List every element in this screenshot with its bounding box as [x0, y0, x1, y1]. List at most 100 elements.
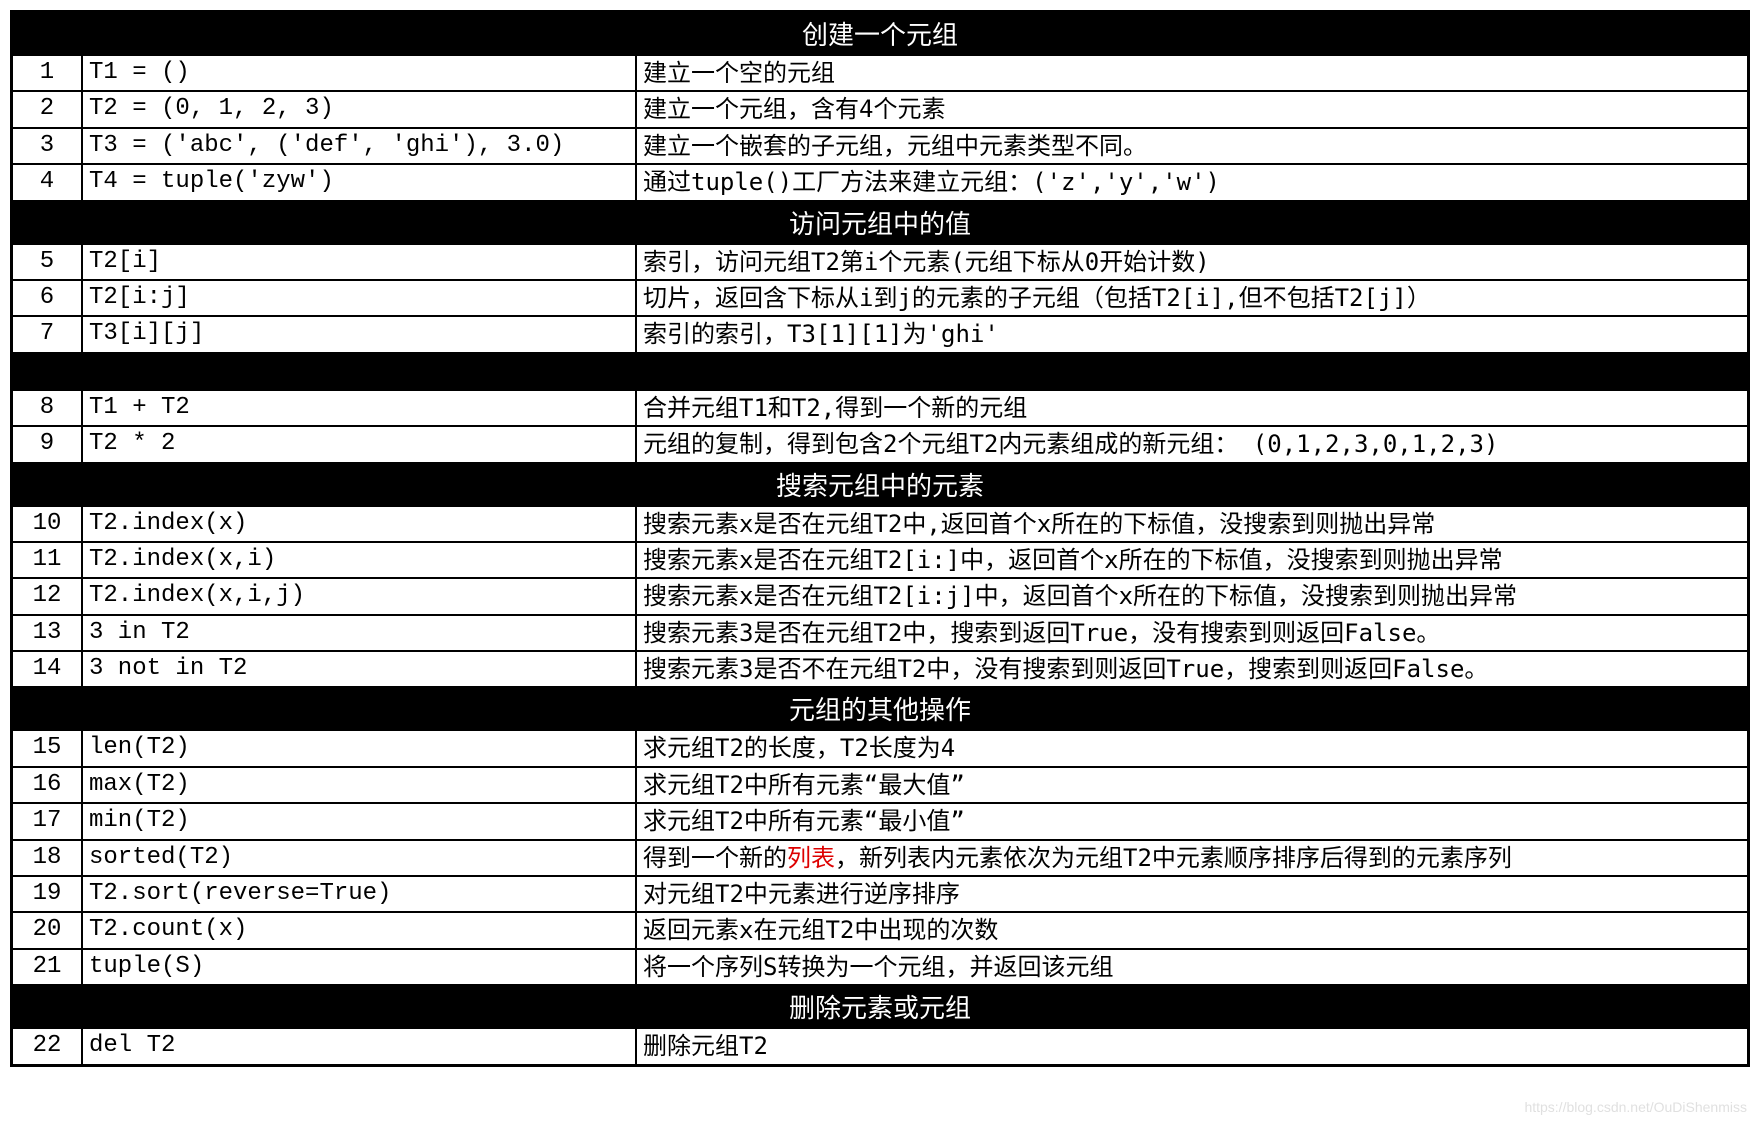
description-cell: 搜索元素3是否在元组T2中，搜索到返回True，没有搜索到则返回False。: [636, 615, 1749, 651]
table-row: 19T2.sort(reverse=True)对元组T2中元素进行逆序排序: [12, 876, 1749, 912]
description-cell: 对元组T2中元素进行逆序排序: [636, 876, 1749, 912]
row-number: 11: [12, 542, 83, 578]
table-row: 20T2.count(x)返回元素x在元组T2中出现的次数: [12, 912, 1749, 948]
code-cell: T2.index(x,i,j): [82, 578, 636, 614]
table-row: 15len(T2)求元组T2的长度，T2长度为4: [12, 730, 1749, 766]
code-cell: T3[i][j]: [82, 316, 636, 352]
row-number: 15: [12, 730, 83, 766]
description-cell: 得到一个新的列表，新列表内元素依次为元组T2中元素顺序排序后得到的元素序列: [636, 840, 1749, 876]
row-number: 2: [12, 91, 83, 127]
description-cell: 通过tuple()工厂方法来建立元组：('z','y','w'): [636, 164, 1749, 200]
row-number: 3: [12, 128, 83, 164]
description-cell: 求元组T2中所有元素“最大值”: [636, 767, 1749, 803]
description-cell: 求元组T2的长度，T2长度为4: [636, 730, 1749, 766]
table-row: 6T2[i:j]切片，返回含下标从i到j的元素的子元组（包括T2[i],但不包括…: [12, 280, 1749, 316]
section-title: 删除元素或元组: [12, 985, 1749, 1028]
code-cell: T4 = tuple('zyw'): [82, 164, 636, 200]
code-cell: T2.index(x,i): [82, 542, 636, 578]
row-number: 4: [12, 164, 83, 200]
row-number: 18: [12, 840, 83, 876]
code-cell: T3 = ('abc', ('def', 'ghi'), 3.0): [82, 128, 636, 164]
description-cell: 搜索元素x是否在元组T2中,返回首个x所在的下标值，没搜索到则抛出异常: [636, 506, 1749, 542]
table-row: 1T1 = ()建立一个空的元组: [12, 55, 1749, 91]
section-title: 访问元组中的值: [12, 201, 1749, 244]
code-cell: max(T2): [82, 767, 636, 803]
description-cell: 合并元组T1和T2,得到一个新的元组: [636, 390, 1749, 426]
code-cell: T1 = (): [82, 55, 636, 91]
section-header: 创建一个元组: [12, 12, 1749, 56]
table-row: 143 not in T2搜索元素3是否不在元组T2中，没有搜索到则返回True…: [12, 651, 1749, 687]
code-cell: T2.index(x): [82, 506, 636, 542]
row-number: 17: [12, 803, 83, 839]
row-number: 14: [12, 651, 83, 687]
code-cell: sorted(T2): [82, 840, 636, 876]
row-number: 22: [12, 1028, 83, 1065]
code-cell: T2[i]: [82, 244, 636, 280]
table-row: 17min(T2)求元组T2中所有元素“最小值”: [12, 803, 1749, 839]
description-text: ，新列表内元素依次为元组T2中元素顺序排序后得到的元素序列: [835, 844, 1512, 872]
section-title: [12, 353, 1749, 390]
table-row: 7T3[i][j]索引的索引，T3[1][1]为'ghi': [12, 316, 1749, 352]
description-cell: 搜索元素3是否不在元组T2中，没有搜索到则返回True，搜索到则返回False。: [636, 651, 1749, 687]
code-cell: tuple(S): [82, 949, 636, 985]
description-cell: 切片，返回含下标从i到j的元素的子元组（包括T2[i],但不包括T2[j]）: [636, 280, 1749, 316]
table-row: 21tuple(S)将一个序列S转换为一个元组，并返回该元组: [12, 949, 1749, 985]
row-number: 19: [12, 876, 83, 912]
section-header: [12, 353, 1749, 390]
row-number: 16: [12, 767, 83, 803]
table-row: 9T2 * 2元组的复制，得到包含2个元组T2内元素组成的新元组： (0,1,2…: [12, 426, 1749, 462]
table-row: 3T3 = ('abc', ('def', 'ghi'), 3.0)建立一个嵌套…: [12, 128, 1749, 164]
table-row: 2T2 = (0, 1, 2, 3)建立一个元组，含有4个元素: [12, 91, 1749, 127]
table-row: 22del T2删除元组T2: [12, 1028, 1749, 1065]
code-cell: T2 * 2: [82, 426, 636, 462]
watermark-text: https://blog.csdn.net/OuDiShenmiss: [1524, 1099, 1747, 1115]
row-number: 5: [12, 244, 83, 280]
description-cell: 建立一个嵌套的子元组，元组中元素类型不同。: [636, 128, 1749, 164]
code-cell: del T2: [82, 1028, 636, 1065]
section-title: 搜索元组中的元素: [12, 463, 1749, 506]
description-cell: 将一个序列S转换为一个元组，并返回该元组: [636, 949, 1749, 985]
table-row: 10T2.index(x)搜索元素x是否在元组T2中,返回首个x所在的下标值，没…: [12, 506, 1749, 542]
row-number: 7: [12, 316, 83, 352]
section-title: 元组的其他操作: [12, 687, 1749, 730]
table-row: 5T2[i]索引，访问元组T2第i个元素(元组下标从0开始计数): [12, 244, 1749, 280]
code-cell: T2[i:j]: [82, 280, 636, 316]
row-number: 13: [12, 615, 83, 651]
description-cell: 删除元组T2: [636, 1028, 1749, 1065]
code-cell: 3 not in T2: [82, 651, 636, 687]
description-text: 得到一个新的: [643, 844, 787, 872]
table-row: 133 in T2搜索元素3是否在元组T2中，搜索到返回True，没有搜索到则返…: [12, 615, 1749, 651]
code-cell: min(T2): [82, 803, 636, 839]
section-header: 删除元素或元组: [12, 985, 1749, 1028]
row-number: 8: [12, 390, 83, 426]
table-row: 4T4 = tuple('zyw')通过tuple()工厂方法来建立元组：('z…: [12, 164, 1749, 200]
description-cell: 搜索元素x是否在元组T2[i:j]中，返回首个x所在的下标值，没搜索到则抛出异常: [636, 578, 1749, 614]
row-number: 20: [12, 912, 83, 948]
code-cell: len(T2): [82, 730, 636, 766]
table-row: 12T2.index(x,i,j)搜索元素x是否在元组T2[i:j]中，返回首个…: [12, 578, 1749, 614]
table-row: 18sorted(T2)得到一个新的列表，新列表内元素依次为元组T2中元素顺序排…: [12, 840, 1749, 876]
row-number: 6: [12, 280, 83, 316]
section-header: 元组的其他操作: [12, 687, 1749, 730]
description-cell: 返回元素x在元组T2中出现的次数: [636, 912, 1749, 948]
row-number: 21: [12, 949, 83, 985]
section-header: 访问元组中的值: [12, 201, 1749, 244]
description-cell: 建立一个空的元组: [636, 55, 1749, 91]
code-cell: T1 + T2: [82, 390, 636, 426]
description-cell: 求元组T2中所有元素“最小值”: [636, 803, 1749, 839]
section-title: 创建一个元组: [12, 12, 1749, 56]
code-cell: T2 = (0, 1, 2, 3): [82, 91, 636, 127]
row-number: 9: [12, 426, 83, 462]
code-cell: T2.count(x): [82, 912, 636, 948]
description-cell: 索引的索引，T3[1][1]为'ghi': [636, 316, 1749, 352]
code-cell: T2.sort(reverse=True): [82, 876, 636, 912]
row-number: 1: [12, 55, 83, 91]
section-header: 搜索元组中的元素: [12, 463, 1749, 506]
table-row: 8T1 + T2合并元组T1和T2,得到一个新的元组: [12, 390, 1749, 426]
row-number: 12: [12, 578, 83, 614]
row-number: 10: [12, 506, 83, 542]
description-highlight: 列表: [787, 844, 835, 872]
description-cell: 索引，访问元组T2第i个元素(元组下标从0开始计数): [636, 244, 1749, 280]
code-cell: 3 in T2: [82, 615, 636, 651]
table-row: 11T2.index(x,i)搜索元素x是否在元组T2[i:]中，返回首个x所在…: [12, 542, 1749, 578]
